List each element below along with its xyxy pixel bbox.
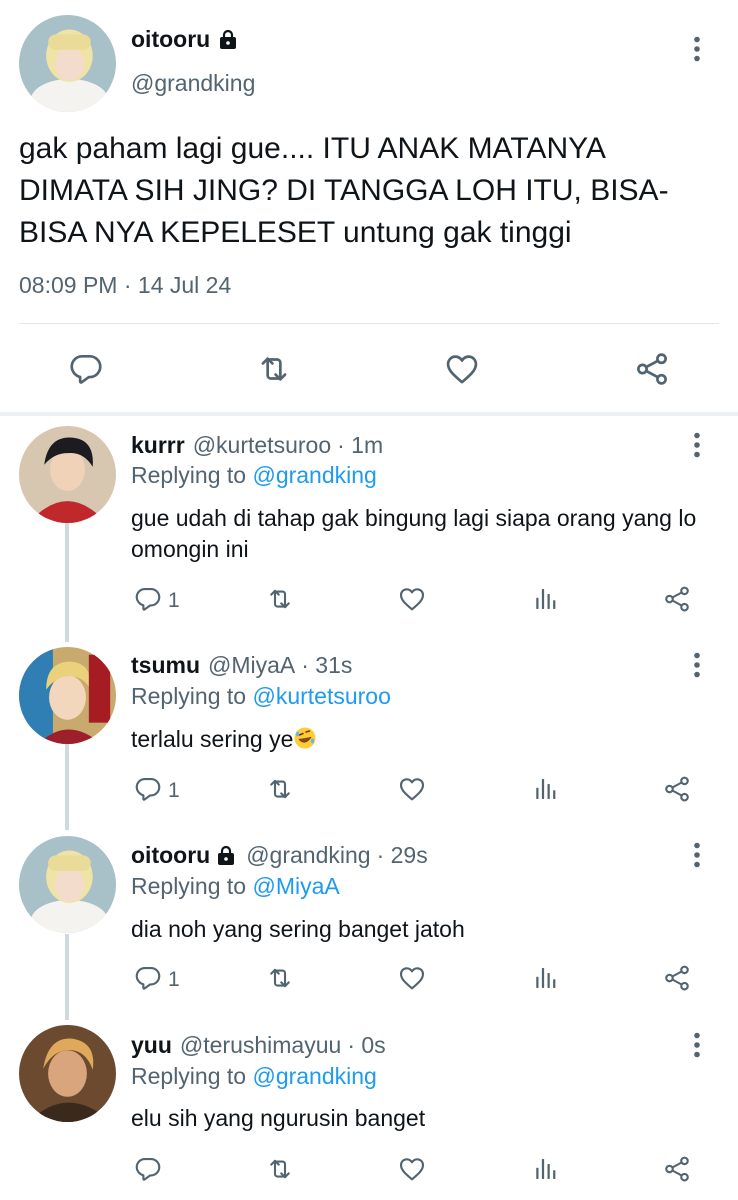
reply-count: 1 xyxy=(168,968,180,991)
reply-tweet: tsumu @MiyaA · 31s Replying to @kurtetsu… xyxy=(0,638,738,828)
mention-link[interactable]: @grandking xyxy=(252,462,376,488)
heart-icon[interactable] xyxy=(397,584,427,614)
analytics-icon[interactable] xyxy=(530,584,560,614)
analytics-icon[interactable] xyxy=(530,774,560,804)
display-name[interactable]: yuu xyxy=(131,1032,172,1059)
reply-header: tsumu @MiyaA · 31s xyxy=(131,652,352,679)
reply-count: 1 xyxy=(168,779,180,802)
share-icon[interactable] xyxy=(633,350,671,388)
reply-text: dia noh yang sering banget jatoh xyxy=(131,916,465,942)
replying-to: Replying to @grandking xyxy=(131,1063,377,1090)
mention-link[interactable]: @kurtetsuroo xyxy=(252,683,390,709)
user-handle[interactable]: @grandking xyxy=(131,70,255,97)
tweet-date: 14 Jul 24 xyxy=(137,272,232,298)
reply-text-content: terlalu sering ye xyxy=(131,726,294,752)
timestamp: · 29s xyxy=(376,842,428,868)
more-icon[interactable] xyxy=(693,1032,701,1058)
avatar-photo xyxy=(19,426,116,523)
reply-text: gue udah di tahap gak bingung lagi siapa… xyxy=(131,505,697,562)
display-name[interactable]: tsumu xyxy=(131,652,200,679)
avatar-photo xyxy=(19,836,116,933)
reply-text: terlalu sering ye xyxy=(131,724,701,755)
avatar[interactable] xyxy=(19,836,116,933)
tweet-text: gak paham lagi gue.... ITU ANAK MATANYA … xyxy=(19,132,669,249)
tweet-time: 08:09 PM xyxy=(19,272,118,298)
retweet-icon[interactable] xyxy=(265,1154,295,1184)
divider xyxy=(19,323,719,324)
reply-tweet: oitooru @grandking · 29s Replying to @Mi… xyxy=(0,828,738,1018)
reply-icon[interactable] xyxy=(133,774,163,804)
reply-icon[interactable] xyxy=(67,350,105,388)
more-icon[interactable] xyxy=(693,652,701,678)
display-name[interactable]: oitooru xyxy=(131,842,210,869)
timestamp: · 31s xyxy=(301,652,353,678)
reply-text: elu sih yang ngurusin banget xyxy=(131,1105,426,1131)
replying-label: Replying to xyxy=(131,683,247,709)
heart-icon[interactable] xyxy=(397,963,427,993)
retweet-icon[interactable] xyxy=(265,963,295,993)
tweet-timestamp: 08:09 PM · 14 Jul 24 xyxy=(19,272,231,299)
share-icon[interactable] xyxy=(662,774,692,804)
mention-link[interactable]: @grandking xyxy=(252,1063,376,1089)
heart-icon[interactable] xyxy=(397,774,427,804)
reply-tweet: yuu @terushimayuu · 0s Replying to @gran… xyxy=(0,1018,738,1200)
display-name[interactable]: oitooru xyxy=(131,26,240,53)
heart-icon[interactable] xyxy=(443,350,481,388)
replying-label: Replying to xyxy=(131,1063,247,1089)
mention-link[interactable]: @MiyaA xyxy=(252,873,339,899)
reply-icon[interactable] xyxy=(133,584,163,614)
avatar[interactable] xyxy=(19,1025,116,1122)
replying-to: Replying to @grandking xyxy=(131,462,377,489)
more-icon[interactable] xyxy=(693,432,701,458)
reply-icon[interactable] xyxy=(133,963,163,993)
reply-tweet: kurrr @kurtetsuroo · 1m Replying to @gra… xyxy=(0,416,738,636)
analytics-icon[interactable] xyxy=(530,1154,560,1184)
user-handle[interactable]: @grandking xyxy=(246,842,370,869)
more-icon[interactable] xyxy=(693,36,701,62)
retweet-icon[interactable] xyxy=(255,350,293,388)
reply-icon[interactable] xyxy=(133,1154,163,1184)
main-tweet: oitooru @grandking gak paham lagi gue...… xyxy=(0,0,738,413)
more-icon[interactable] xyxy=(693,842,701,868)
avatar[interactable] xyxy=(19,15,116,112)
lock-icon xyxy=(216,28,240,52)
replying-to: Replying to @kurtetsuroo xyxy=(131,683,391,710)
share-icon[interactable] xyxy=(662,963,692,993)
separator: · xyxy=(123,272,132,298)
heart-icon[interactable] xyxy=(397,1154,427,1184)
replying-label: Replying to xyxy=(131,462,247,488)
reply-header: oitooru @grandking · 29s xyxy=(131,842,428,869)
lock-icon xyxy=(214,844,238,868)
timestamp: · 0s xyxy=(347,1032,386,1058)
user-handle[interactable]: @terushimayuu xyxy=(180,1032,341,1059)
avatar[interactable] xyxy=(19,647,116,744)
analytics-icon[interactable] xyxy=(530,963,560,993)
share-icon[interactable] xyxy=(662,1154,692,1184)
reply-header: kurrr @kurtetsuroo · 1m xyxy=(131,432,383,459)
share-icon[interactable] xyxy=(662,584,692,614)
user-handle[interactable]: @kurtetsuroo xyxy=(193,432,331,459)
display-name[interactable]: kurrr xyxy=(131,432,185,459)
avatar-photo xyxy=(19,647,116,744)
avatar-photo xyxy=(19,15,116,112)
user-handle[interactable]: @MiyaA xyxy=(208,652,295,679)
avatar-photo xyxy=(19,1025,116,1122)
reply-count: 1 xyxy=(168,589,180,612)
avatar[interactable] xyxy=(19,426,116,523)
replying-label: Replying to xyxy=(131,873,247,899)
replying-to: Replying to @MiyaA xyxy=(131,873,340,900)
rolling-on-floor-laughing-emoji-icon xyxy=(294,727,316,749)
retweet-icon[interactable] xyxy=(265,774,295,804)
retweet-icon[interactable] xyxy=(265,584,295,614)
reply-header: yuu @terushimayuu · 0s xyxy=(131,1032,386,1059)
timestamp: · 1m xyxy=(337,432,384,458)
